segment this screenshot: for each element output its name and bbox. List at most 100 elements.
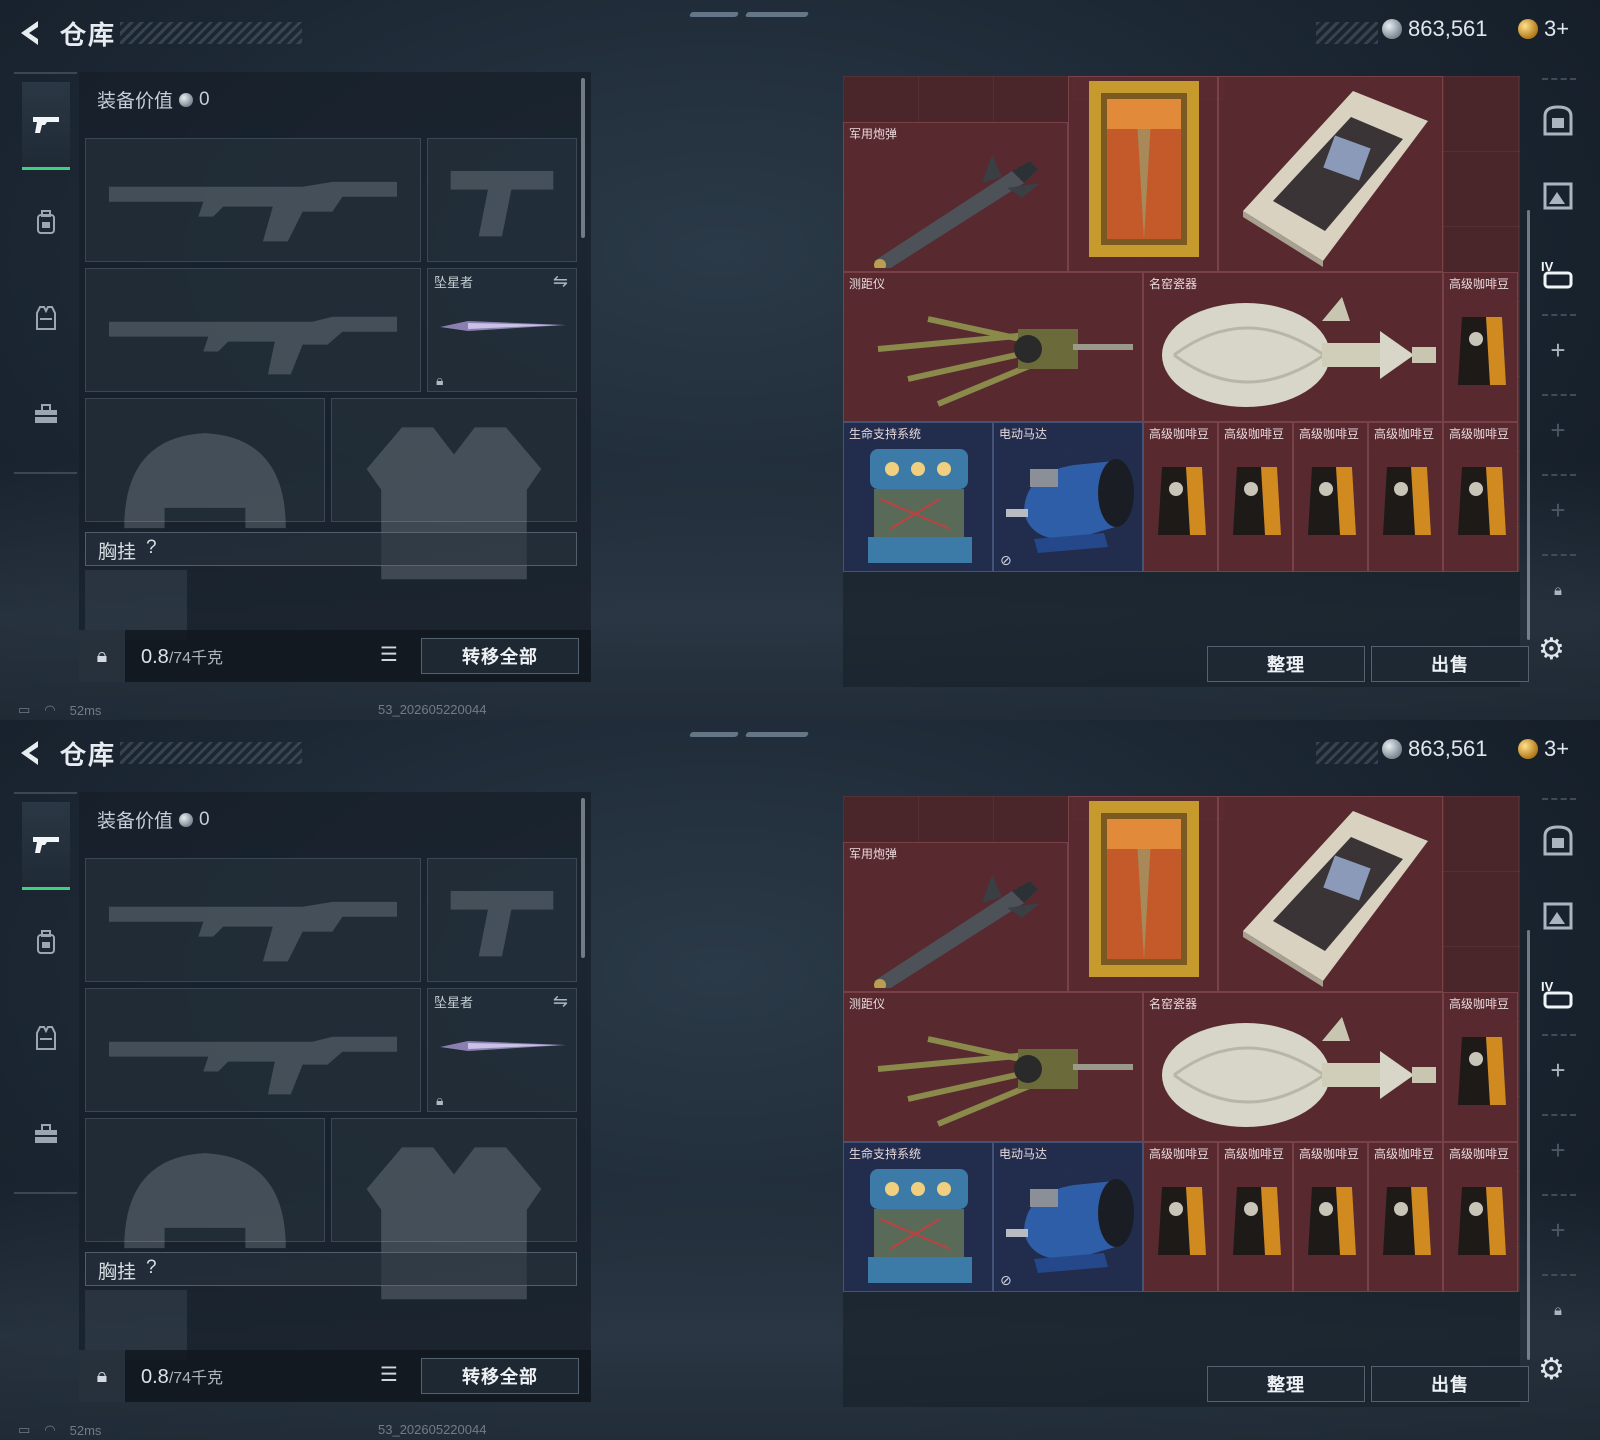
coffee-bag-icon xyxy=(1158,1187,1206,1255)
category-nav xyxy=(14,792,77,1194)
stash-item[interactable]: 高级咖啡豆 xyxy=(1443,992,1518,1142)
stash-item[interactable]: 高级咖啡豆 xyxy=(1143,422,1218,572)
stash-item[interactable]: 高级咖啡豆 xyxy=(1443,422,1518,572)
equipment-scrollbar[interactable] xyxy=(581,798,585,958)
nav-backpack[interactable] xyxy=(22,178,70,266)
melee-slot[interactable]: 坠星者 ⇋ 🔒︎ xyxy=(427,268,577,392)
stash-scrollbar[interactable] xyxy=(1527,210,1530,640)
nav-weapons[interactable] xyxy=(22,82,70,170)
stash-item[interactable]: 生命支持系统 xyxy=(843,1142,993,1292)
add-stash-tab-icon[interactable]: + xyxy=(1536,1048,1580,1092)
sidearm-slot[interactable] xyxy=(427,138,577,262)
nav-supplies[interactable] xyxy=(22,1090,70,1178)
stash-item[interactable]: 测距仪 xyxy=(843,992,1143,1142)
stash-item[interactable]: 高级咖啡豆 xyxy=(1218,422,1293,572)
sell-button[interactable]: 出售 xyxy=(1371,646,1529,682)
help-icon[interactable]: ? xyxy=(146,1257,157,1281)
stash-item[interactable]: 名窑瓷器 xyxy=(1143,272,1443,422)
stash-scrollbar[interactable] xyxy=(1527,930,1530,1360)
item-name: 高级咖啡豆 xyxy=(1149,427,1210,441)
swap-icon[interactable]: ⇋ xyxy=(553,991,568,1012)
build-id: 53_202605220044 xyxy=(378,1422,487,1437)
stash-item[interactable] xyxy=(1068,796,1218,992)
stash-tab-3[interactable]: IV xyxy=(1536,252,1580,296)
transfer-all-button[interactable]: 转移全部 xyxy=(421,638,579,674)
settings-gear-icon[interactable]: ⚙ xyxy=(1538,632,1565,667)
stash-item[interactable]: 军用炮弹 xyxy=(843,842,1068,992)
stash-tab-1[interactable] xyxy=(1536,98,1580,142)
stash-item[interactable] xyxy=(1218,796,1443,992)
weight-lock-icon[interactable]: 🔒︎ xyxy=(79,1350,125,1402)
sidearm-slot[interactable] xyxy=(427,858,577,982)
stash-item[interactable]: 高级咖啡豆 xyxy=(1443,272,1518,422)
title-decoration xyxy=(120,22,302,44)
stash-item[interactable]: 高级咖啡豆 xyxy=(1143,1142,1218,1292)
stash-item[interactable] xyxy=(1068,76,1218,272)
list-view-icon[interactable]: ☰ xyxy=(374,1362,404,1390)
nav-weapons[interactable] xyxy=(22,802,70,890)
stash-item[interactable]: 电动马达 ⊘ xyxy=(993,1142,1143,1292)
build-id: 53_202605220044 xyxy=(378,702,487,717)
equipment-value-label: 装备价值 xyxy=(97,91,174,112)
swap-icon[interactable]: ⇋ xyxy=(553,271,568,292)
stash-item[interactable] xyxy=(1218,76,1443,272)
silver-coin-icon xyxy=(179,92,194,107)
silver-currency[interactable]: 863,561 xyxy=(1382,736,1488,762)
add-stash-tab-icon[interactable]: + xyxy=(1536,1208,1580,1252)
sort-button[interactable]: 整理 xyxy=(1207,1366,1365,1402)
add-stash-tab-icon[interactable]: + xyxy=(1536,328,1580,372)
settings-gear-icon[interactable]: ⚙ xyxy=(1538,1352,1565,1387)
primary-weapon-slot[interactable] xyxy=(85,138,421,262)
stash-item[interactable]: 电动马达 ⊘ xyxy=(993,422,1143,572)
add-stash-tab-icon[interactable]: + xyxy=(1536,488,1580,532)
add-stash-tab-icon[interactable]: + xyxy=(1536,408,1580,452)
stash-item[interactable]: 测距仪 xyxy=(843,272,1143,422)
nav-backpack[interactable] xyxy=(22,898,70,986)
stash-item[interactable]: 高级咖啡豆 xyxy=(1368,1142,1443,1292)
sort-button[interactable]: 整理 xyxy=(1207,646,1365,682)
stash-item[interactable]: 高级咖啡豆 xyxy=(1218,1142,1293,1292)
weight-lock-icon[interactable]: 🔒︎ xyxy=(79,630,125,682)
back-arrow-icon[interactable] xyxy=(16,18,42,48)
stash-item[interactable]: 高级咖啡豆 xyxy=(1293,422,1368,572)
nav-supplies[interactable] xyxy=(22,370,70,458)
locked-tab-icon[interactable]: 🔒︎ xyxy=(1536,568,1580,612)
nav-armor[interactable] xyxy=(22,274,70,362)
gold-currency[interactable]: 3+ xyxy=(1518,16,1569,42)
stash-tab-2[interactable] xyxy=(1536,894,1580,938)
sell-button[interactable]: 出售 xyxy=(1371,1366,1529,1402)
stash-item[interactable]: 军用炮弹 xyxy=(843,122,1068,272)
stash-item[interactable]: 生命支持系统 xyxy=(843,422,993,572)
list-view-icon[interactable]: ☰ xyxy=(374,642,404,670)
add-stash-tab-icon[interactable]: + xyxy=(1536,1128,1580,1172)
stash-tab-1[interactable] xyxy=(1536,818,1580,862)
stash-tab-3[interactable]: IV xyxy=(1536,972,1580,1016)
equipment-scrollbar[interactable] xyxy=(581,78,585,238)
primary-weapon-slot[interactable] xyxy=(85,858,421,982)
melee-slot[interactable]: 坠星者 ⇋ 🔒︎ xyxy=(427,988,577,1112)
silver-coin-icon xyxy=(179,812,194,827)
equipment-value-amount: 0 xyxy=(199,808,210,830)
stash-item[interactable]: 高级咖啡豆 xyxy=(1443,1142,1518,1292)
locked-tab-icon[interactable]: 🔒︎ xyxy=(1536,1288,1580,1332)
back-arrow-icon[interactable] xyxy=(16,738,42,768)
status-bar: ▭ ◠ 52ms xyxy=(18,1422,101,1438)
nav-armor[interactable] xyxy=(22,994,70,1082)
stash-item[interactable]: 高级咖啡豆 xyxy=(1293,1142,1368,1292)
stash-item[interactable]: 高级咖啡豆 xyxy=(1368,422,1443,572)
body-armor-slot[interactable] xyxy=(331,1118,577,1300)
secondary-weapon-slot[interactable] xyxy=(85,988,421,1112)
transfer-all-button[interactable]: 转移全部 xyxy=(421,1358,579,1394)
chest-rig-header[interactable]: 胸挂 ? xyxy=(85,532,577,566)
helmet-slot[interactable] xyxy=(85,1118,325,1249)
silver-currency[interactable]: 863,561 xyxy=(1382,16,1488,42)
helmet-slot[interactable] xyxy=(85,398,325,529)
gold-currency[interactable]: 3+ xyxy=(1518,736,1569,762)
stash-item[interactable]: 名窑瓷器 xyxy=(1143,992,1443,1142)
body-armor-slot[interactable] xyxy=(331,398,577,580)
stash-tab-2[interactable] xyxy=(1536,174,1580,218)
secondary-weapon-slot[interactable] xyxy=(85,268,421,392)
chest-rig-header[interactable]: 胸挂 ? xyxy=(85,1252,577,1286)
help-icon[interactable]: ? xyxy=(146,537,157,561)
ceiling-light xyxy=(688,732,740,737)
